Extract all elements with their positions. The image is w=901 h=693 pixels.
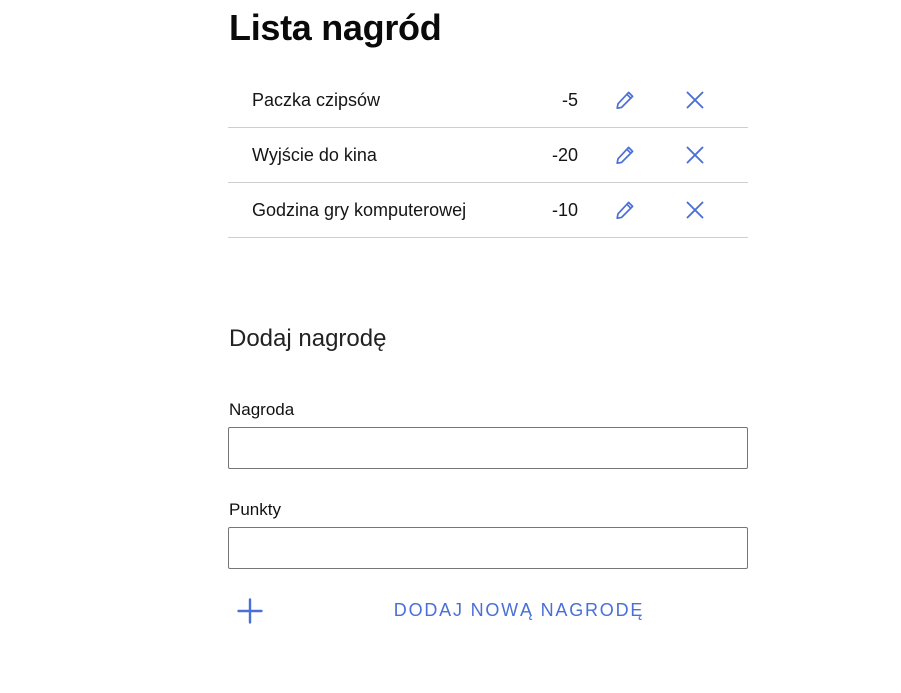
- close-icon: [686, 201, 704, 219]
- reward-name: Godzina gry komputerowej: [252, 200, 467, 220]
- reward-list: Paczka czipsów -5 Wyjście do kina -20 Go…: [228, 73, 748, 238]
- reward-points: -20: [551, 145, 578, 165]
- reward-name-label: Nagroda: [229, 400, 295, 419]
- add-reward-button-label: DODAJ NOWĄ NAGRODĘ: [393, 600, 645, 620]
- reward-points: -5: [561, 90, 578, 110]
- edit-reward-button[interactable]: [612, 197, 638, 223]
- points-label: Punkty: [229, 500, 281, 519]
- points-input[interactable]: [228, 527, 748, 569]
- rewards-page: Lista nagród Paczka czipsów -5 Wyjście d…: [0, 0, 901, 693]
- delete-reward-button[interactable]: [682, 87, 708, 113]
- reward-name: Wyjście do kina: [252, 145, 377, 165]
- reward-row: Paczka czipsów -5: [228, 73, 748, 128]
- close-icon: [686, 91, 704, 109]
- reward-row: Wyjście do kina -20: [228, 128, 748, 183]
- delete-reward-button[interactable]: [682, 142, 708, 168]
- edit-reward-button[interactable]: [612, 87, 638, 113]
- pencil-icon: [616, 91, 634, 110]
- pencil-icon: [616, 146, 634, 165]
- close-icon: [686, 146, 704, 164]
- edit-reward-button[interactable]: [612, 142, 638, 168]
- page-title: Lista nagród: [229, 7, 442, 48]
- reward-name-input[interactable]: [228, 427, 748, 469]
- reward-points: -10: [551, 200, 578, 220]
- delete-reward-button[interactable]: [682, 197, 708, 223]
- reward-name: Paczka czipsów: [252, 90, 381, 110]
- add-reward-section-title: Dodaj nagrodę: [229, 325, 387, 352]
- add-reward-button[interactable]: DODAJ NOWĄ NAGRODĘ: [228, 588, 748, 632]
- pencil-icon: [616, 201, 634, 220]
- reward-row: Godzina gry komputerowej -10: [228, 183, 748, 238]
